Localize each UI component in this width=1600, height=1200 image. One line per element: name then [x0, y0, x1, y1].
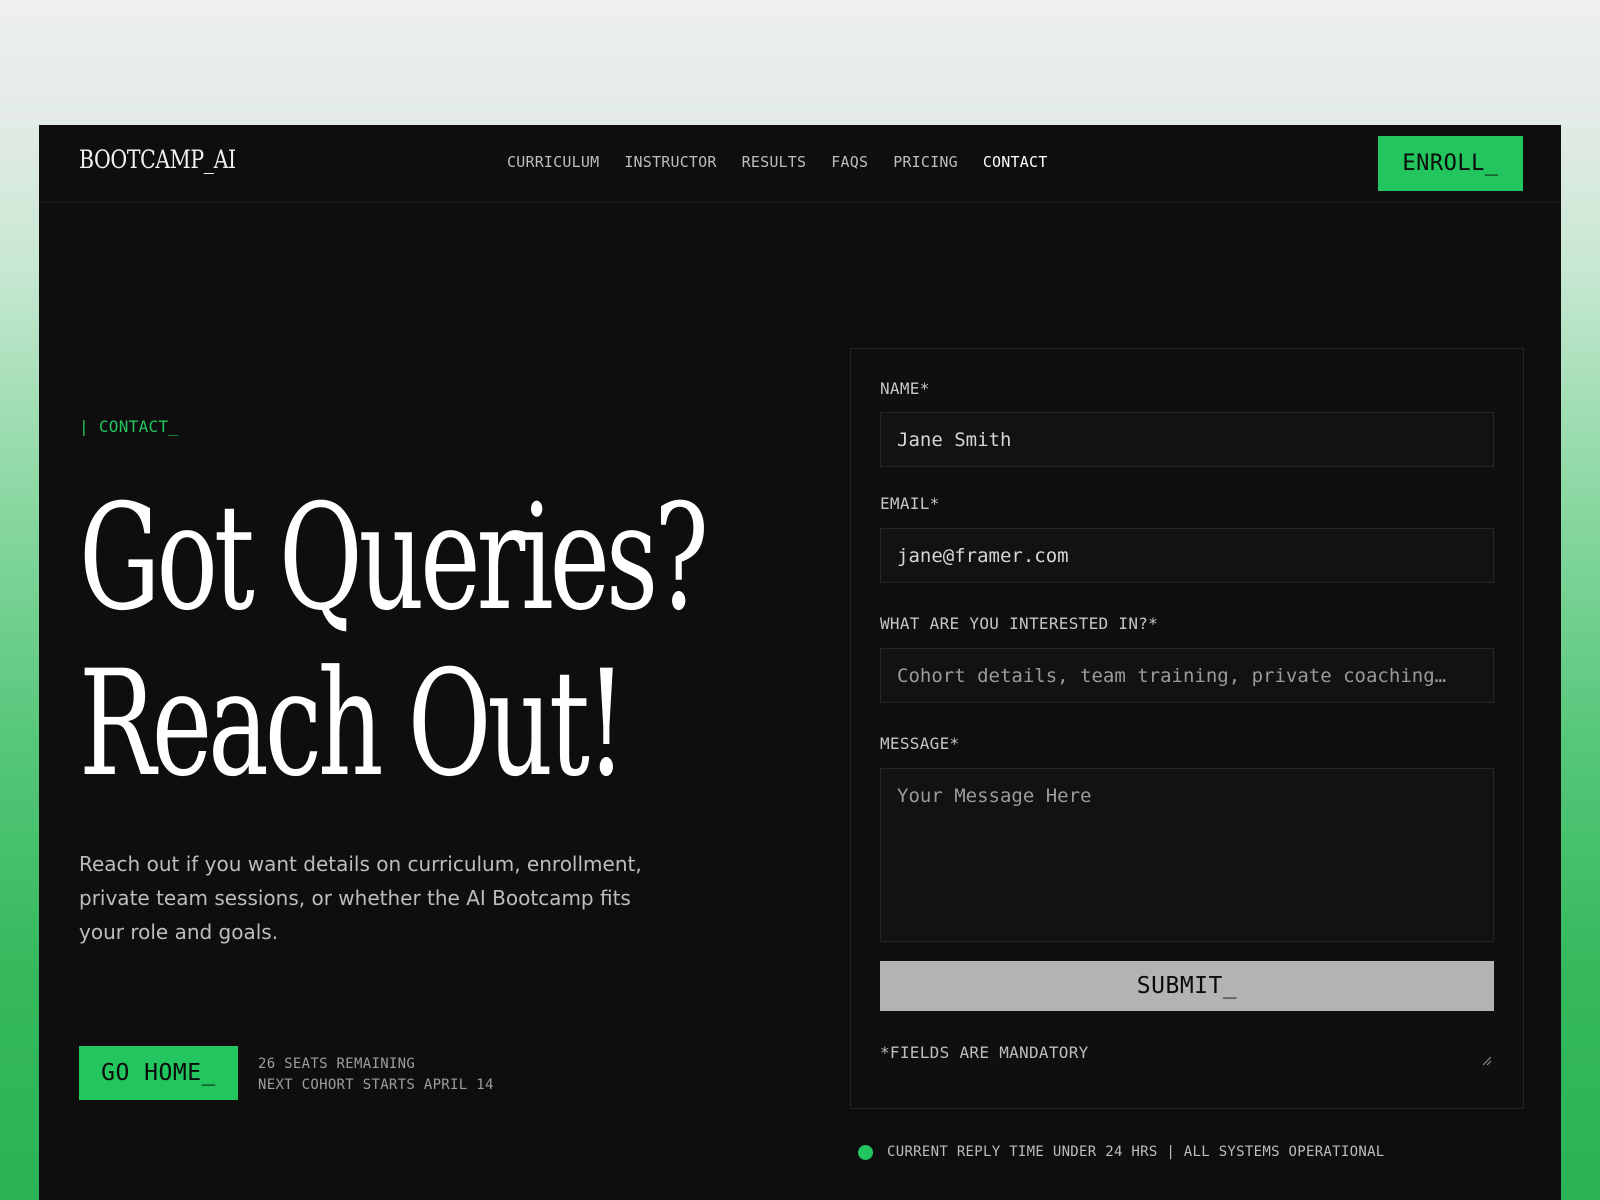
nav-item-instructor[interactable]: INSTRUCTOR: [624, 153, 716, 171]
brand-logo[interactable]: BOOTCAMP_AI: [79, 145, 236, 174]
page-title: Got Queries? Reach Out!: [79, 473, 709, 809]
email-label: EMAIL*: [880, 494, 940, 513]
nav-item-curriculum[interactable]: CURRICULUM: [507, 153, 599, 171]
headline-line-1: Got Queries?: [79, 473, 709, 643]
mandatory-note: *FIELDS ARE MANDATORY: [880, 1043, 1089, 1062]
go-home-button[interactable]: GO HOME_: [79, 1046, 238, 1100]
section-eyebrow: | CONTACT_: [79, 417, 179, 436]
interest-label: WHAT ARE YOU INTERESTED IN?*: [880, 614, 1159, 633]
contact-form: NAME* EMAIL* WHAT ARE YOU INTERESTED IN?…: [850, 348, 1524, 1109]
nav-item-faqs[interactable]: FAQS: [831, 153, 868, 171]
enroll-button[interactable]: ENROLL_: [1378, 136, 1523, 191]
submit-button[interactable]: SUBMIT_: [880, 961, 1494, 1011]
name-field[interactable]: [880, 412, 1494, 467]
nav-item-results[interactable]: RESULTS: [742, 153, 807, 171]
message-label: MESSAGE*: [880, 734, 960, 753]
site-header: BOOTCAMP_AI CURRICULUM INSTRUCTOR RESULT…: [39, 125, 1561, 203]
headline-line-2: Reach Out!: [79, 639, 627, 809]
status-dot-icon: [858, 1144, 873, 1160]
next-cohort: NEXT COHORT STARTS APRIL 14: [258, 1077, 494, 1093]
nav-item-pricing[interactable]: PRICING: [893, 153, 958, 171]
site-frame: BOOTCAMP_AI CURRICULUM INSTRUCTOR RESULT…: [39, 125, 1561, 1200]
interest-field[interactable]: [880, 648, 1494, 703]
email-field[interactable]: [880, 528, 1494, 583]
main-nav: CURRICULUM INSTRUCTOR RESULTS FAQS PRICI…: [507, 153, 1047, 171]
cohort-info: 26 SEATS REMAINING NEXT COHORT STARTS AP…: [258, 1054, 494, 1096]
nav-item-contact[interactable]: CONTACT: [983, 153, 1048, 171]
seats-remaining: 26 SEATS REMAINING: [258, 1056, 416, 1072]
intro-paragraph: Reach out if you want details on curricu…: [79, 852, 642, 944]
status-text: CURRENT REPLY TIME UNDER 24 HRS | ALL SY…: [887, 1144, 1385, 1160]
name-label: NAME*: [880, 379, 930, 398]
resize-handle-icon[interactable]: [1482, 1056, 1492, 1066]
message-field[interactable]: [880, 768, 1494, 942]
status-line: CURRENT REPLY TIME UNDER 24 HRS | ALL SY…: [858, 1144, 1385, 1160]
